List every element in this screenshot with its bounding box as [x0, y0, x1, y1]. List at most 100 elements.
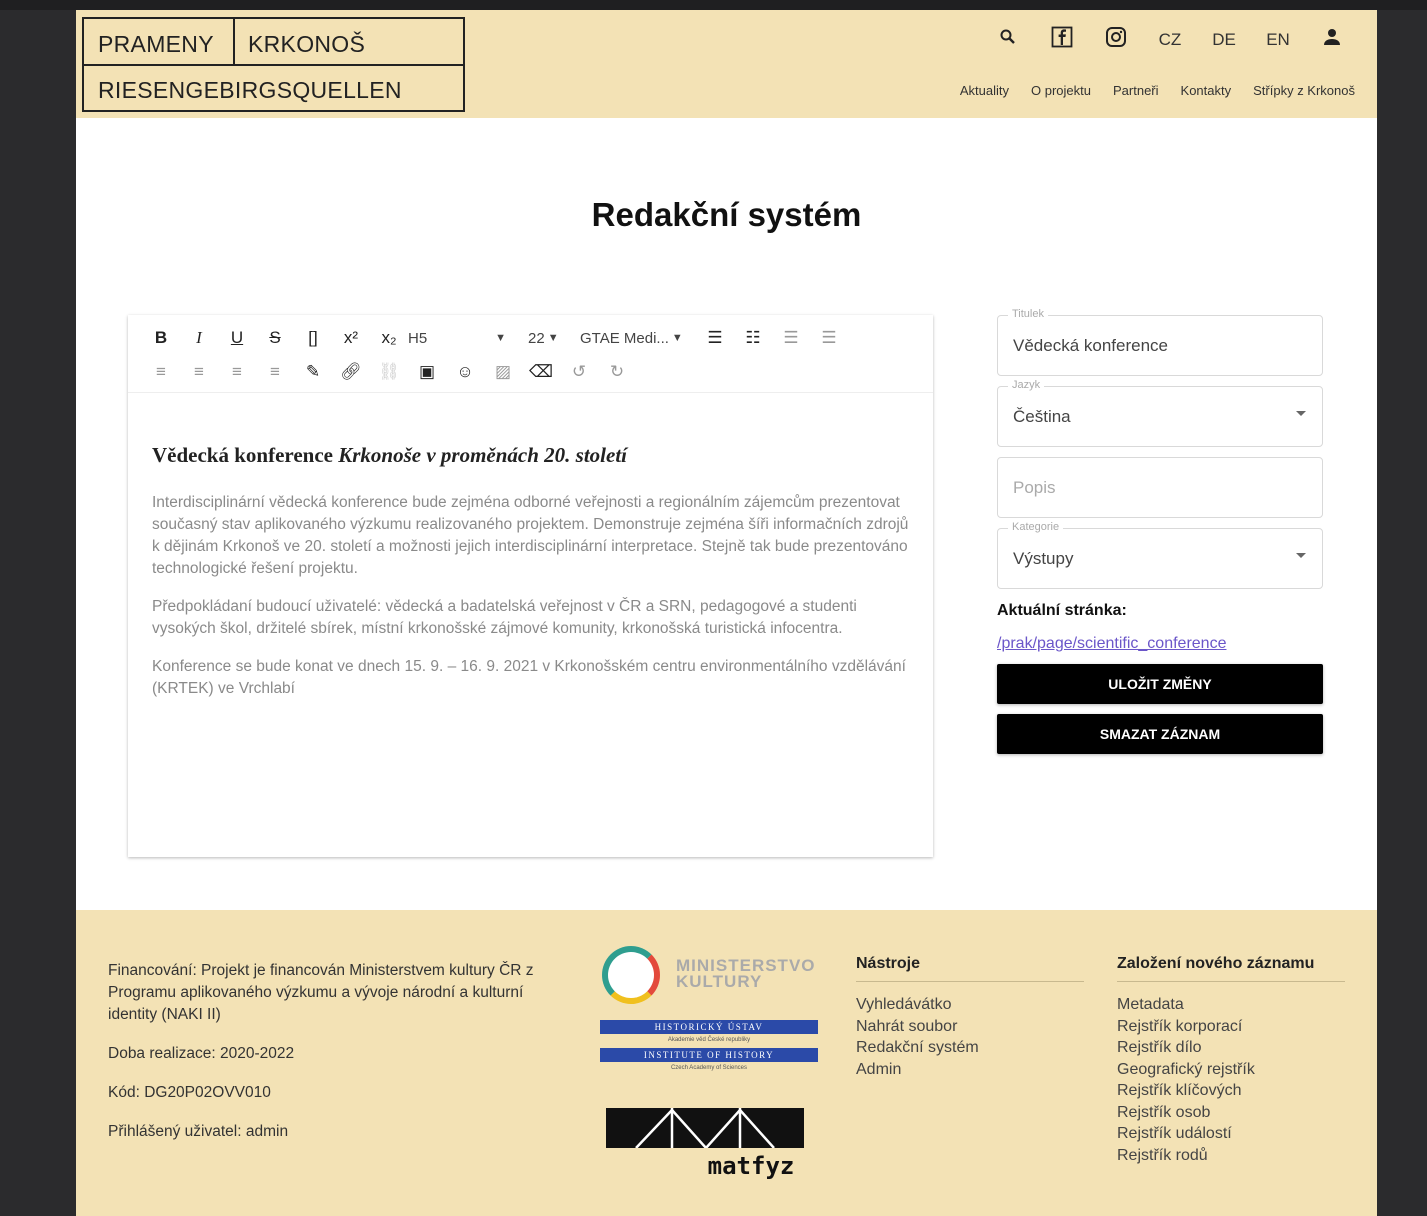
new-record-link[interactable]: Rejstřík klíčových: [1117, 1080, 1345, 1102]
color-picker-icon[interactable]: ✎: [294, 362, 332, 382]
align-right-icon[interactable]: ≡: [218, 362, 256, 382]
page-title: Redakční systém: [591, 196, 862, 233]
search-icon[interactable]: [981, 28, 1035, 51]
logo-word-prameny: PRAMENY: [84, 19, 235, 66]
lang-de[interactable]: DE: [1197, 30, 1251, 50]
content-heading-italic: Krkonoše v proměnách 20. století: [338, 443, 628, 467]
size-select-value: 22: [528, 329, 545, 347]
new-record-title: Založení nového záznamu: [1117, 955, 1345, 982]
logo-word-krkonos: KRKONOŠ: [248, 31, 366, 57]
save-button[interactable]: ULOŽIT ZMĚNY: [997, 664, 1323, 704]
superscript-icon[interactable]: x²: [332, 328, 370, 348]
hu-logo-small: Czech Academy of Sciences: [670, 1065, 748, 1071]
undo-icon[interactable]: ↺: [560, 362, 598, 382]
underline-icon[interactable]: U: [218, 328, 256, 348]
bold-icon[interactable]: B: [142, 328, 180, 348]
toolbar-row-1: B I U S [] x² x₂ H5 ▼ 22 ▼ GTAE Medi... ▼ ☰…: [142, 321, 848, 355]
new-record-link[interactable]: Geografický rejstřík: [1117, 1059, 1345, 1081]
logo-row: PRAMENY KRKONOŠ: [84, 19, 463, 66]
emoji-icon[interactable]: ☺: [446, 362, 484, 382]
current-page-link[interactable]: /prak/page/scientific_conference: [997, 635, 1226, 653]
redo-icon[interactable]: ↻: [598, 362, 636, 382]
chevron-down-icon: ▼: [495, 332, 506, 344]
nav-partneri[interactable]: Partneři: [1113, 83, 1159, 98]
new-record-link[interactable]: Rejstřík korporací: [1117, 1016, 1345, 1038]
tools-link[interactable]: Admin: [856, 1059, 1084, 1081]
link-icon[interactable]: 🔗︎: [332, 362, 370, 382]
partner-logos: MINISTERSTVO KULTURY HISTORICKÝ ÚSTAV Aka…: [596, 940, 826, 1210]
subscript-icon[interactable]: x₂: [370, 328, 408, 348]
description-field[interactable]: Popis: [997, 457, 1323, 518]
strikethrough-icon[interactable]: S: [256, 328, 294, 348]
title-field[interactable]: Titulek Vědecká konference: [997, 308, 1323, 376]
lang-cz[interactable]: CZ: [1143, 30, 1197, 50]
content-heading: Vědecká konference Krkonoše v proměnách …: [152, 443, 912, 468]
header-icons: CZ DE EN: [981, 26, 1359, 53]
numbered-list-icon[interactable]: ☷: [734, 328, 772, 348]
font-select[interactable]: GTAE Medi... ▼: [580, 330, 696, 347]
unlink-icon[interactable]: ⛓︎: [370, 362, 408, 382]
lang-en[interactable]: EN: [1251, 30, 1305, 50]
ministry-logo-mark: [602, 946, 660, 1004]
footer-info: Financování: Projekt je financován Minis…: [108, 960, 563, 1160]
chevron-down-icon: [1296, 553, 1306, 558]
font-select-value: GTAE Medi...: [580, 329, 669, 347]
category-select-value: Výstupy: [1013, 549, 1074, 568]
logo-word-riesengebirgsquellen: RIESENGEBIRGSQUELLEN: [98, 77, 402, 103]
nav-stripky[interactable]: Střípky z Krkonoš: [1253, 83, 1355, 98]
matfyz-logo[interactable]: matfyz: [606, 1108, 806, 1188]
content-paragraph: Předpokládaní budoucí uživatelé: vědecká…: [152, 598, 857, 637]
hu-logo-mid: Akademie věd České republiky: [667, 1037, 751, 1043]
language-select-label: Jazyk: [1008, 379, 1045, 391]
tools-title: Nástroje: [856, 955, 1084, 982]
new-record-link[interactable]: Rejstřík událostí: [1117, 1123, 1345, 1145]
new-record-link[interactable]: Rejstřík osob: [1117, 1102, 1345, 1124]
editor-toolbar: B I U S [] x² x₂ H5 ▼ 22 ▼ GTAE Medi... ▼ ☰…: [128, 315, 933, 393]
matfyz-logo-text: matfyz: [707, 1152, 795, 1180]
site-logo[interactable]: PRAMENY KRKONOŠ RIESENGEBIRGSQUELLEN: [82, 17, 465, 112]
align-center-icon[interactable]: ≡: [180, 362, 218, 382]
chevron-down-icon: [1296, 411, 1306, 416]
current-page-label: Aktuální stránka:: [997, 602, 1127, 619]
tools-link[interactable]: Redakční systém: [856, 1037, 1084, 1059]
instagram-icon[interactable]: [1089, 26, 1143, 53]
eraser-icon[interactable]: ⌫: [522, 362, 560, 382]
institute-of-history-logo[interactable]: HISTORICKÝ ÚSTAV Akademie věd České repu…: [600, 1020, 818, 1078]
tools-link[interactable]: Vyhledávátko: [856, 994, 1084, 1016]
content-paragraph: Konference se bude konat ve dnech 15. 9.…: [152, 658, 906, 697]
ministry-of-culture-logo[interactable]: MINISTERSTVO KULTURY: [596, 940, 826, 1010]
new-record-link[interactable]: Rejstřík rodů: [1117, 1145, 1345, 1167]
new-record-link[interactable]: Rejstřík dílo: [1117, 1037, 1345, 1059]
period-text: Doba realizace: 2020-2022: [108, 1045, 295, 1062]
hu-logo-top: HISTORICKÝ ÚSTAV: [600, 1020, 818, 1034]
italic-icon[interactable]: I: [180, 328, 218, 348]
user-icon[interactable]: [1305, 28, 1359, 51]
align-justify-icon[interactable]: ≡: [256, 362, 294, 382]
delete-button[interactable]: SMAZAT ZÁZNAM: [997, 714, 1323, 754]
title-field-value: Vědecká konference: [1013, 336, 1168, 355]
align-left-icon[interactable]: ≡: [142, 362, 180, 382]
editor-content[interactable]: Vědecká konference Krkonoše v proměnách …: [152, 443, 912, 716]
new-record-link[interactable]: Metadata: [1117, 994, 1345, 1016]
nav-aktuality[interactable]: Aktuality: [960, 83, 1009, 98]
language-select[interactable]: Jazyk Čeština: [997, 379, 1323, 447]
bullet-list-icon[interactable]: ☰: [696, 328, 734, 348]
code-icon[interactable]: []: [294, 328, 332, 348]
tools-link[interactable]: Nahrát soubor: [856, 1016, 1084, 1038]
nav-kontakty[interactable]: Kontakty: [1181, 83, 1232, 98]
toolbar-row-2: ≡ ≡ ≡ ≡ ✎ 🔗︎ ⛓︎ ▣ ☺ ▨ ⌫ ↺ ↻: [142, 355, 636, 389]
site-header: PRAMENY KRKONOŠ RIESENGEBIRGSQUELLEN CZ …: [76, 10, 1377, 118]
ministry-logo-line2: KULTURY: [676, 972, 763, 991]
browser-frame: [0, 0, 1427, 10]
outdent-icon[interactable]: ☰: [772, 328, 810, 348]
main-nav: Aktuality O projektu Partneři Kontakty S…: [960, 83, 1355, 98]
image-icon[interactable]: ▨: [484, 362, 522, 382]
heading-select[interactable]: H5 ▼: [408, 330, 520, 347]
nav-o-projektu[interactable]: O projektu: [1031, 83, 1091, 98]
rich-text-editor: B I U S [] x² x₂ H5 ▼ 22 ▼ GTAE Medi... ▼ ☰…: [128, 315, 933, 857]
facebook-icon[interactable]: [1035, 26, 1089, 53]
category-select[interactable]: Kategorie Výstupy: [997, 521, 1323, 589]
indent-icon[interactable]: ☰: [810, 328, 848, 348]
size-select[interactable]: 22 ▼: [528, 330, 576, 347]
embed-icon[interactable]: ▣: [408, 362, 446, 382]
